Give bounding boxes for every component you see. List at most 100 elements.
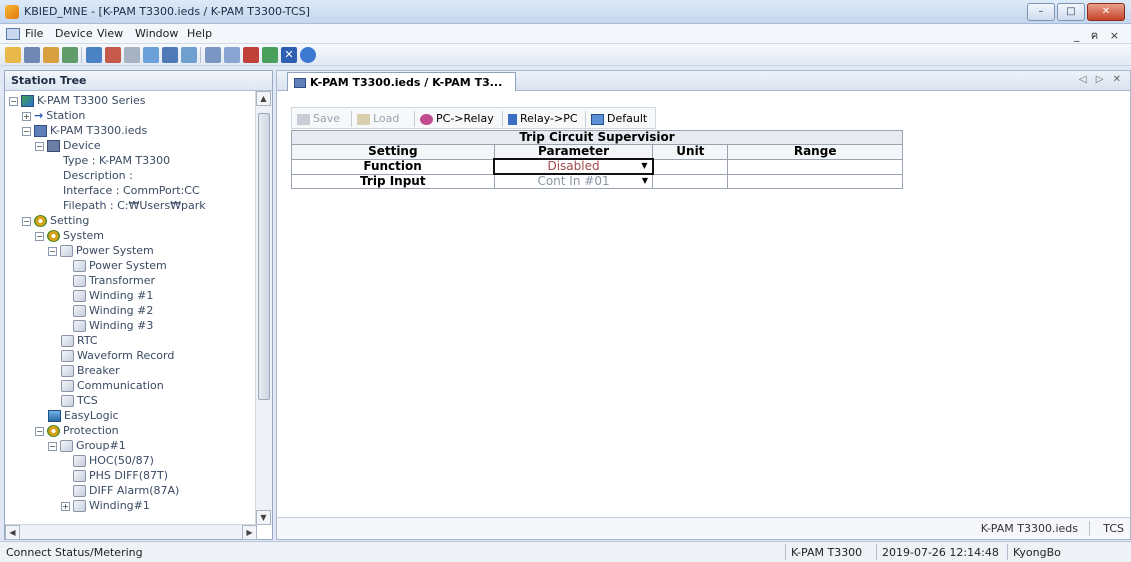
tree-node-winding-1-group[interactable]: + Winding#1 [61,498,150,513]
tab-navigation[interactable]: ◁ ▷ ✕ [1079,74,1124,85]
maximize-button[interactable]: □ [1057,3,1085,21]
menu-device[interactable]: Device [55,27,93,40]
gear-icon [47,230,60,242]
tree-node-series[interactable]: − K-PAM T3300 Series [9,93,146,108]
collapse-icon[interactable]: − [22,216,31,226]
refresh-icon[interactable] [143,47,159,63]
tree-node-station[interactable]: + → Station [22,108,85,123]
tree-node-description[interactable]: Description : [63,168,133,183]
column-header-range: Range [727,144,903,160]
menu-help[interactable]: Help [187,27,212,40]
expand-icon[interactable]: + [61,501,70,511]
tree-node-protection[interactable]: − Protection [35,423,119,438]
tree-node-interface[interactable]: Interface : CommPort:CC [63,183,200,198]
scroll-right-icon[interactable]: ▶ [242,525,257,540]
ied-icon [34,125,47,137]
chevron-down-icon[interactable]: ▼ [639,175,650,187]
default-button[interactable]: Default [588,110,650,127]
tree-node-type[interactable]: Type : K-PAM T3300 [63,153,170,168]
document-icon [73,500,86,512]
save-button[interactable]: Save [294,110,343,127]
expand-icon[interactable]: + [22,111,31,121]
tree-node-winding-3[interactable]: Winding #3 [73,318,153,333]
setting-label-function: Function [291,158,495,175]
document-icon [60,245,73,257]
close-button[interactable]: ✕ [1087,3,1125,21]
tree-node-power-system[interactable]: Power System [73,258,167,273]
document-area: K-PAM T3300.ieds / K-PAM T3... ◁ ▷ ✕ Sav… [276,70,1131,540]
transfer-icon[interactable] [262,47,278,63]
connect-icon[interactable] [43,47,59,63]
tree-node-tcs[interactable]: TCS [61,393,98,408]
tree-node-winding-1[interactable]: Winding #1 [73,288,153,303]
tree-node-ieds[interactable]: − K-PAM T3300.ieds [22,123,147,138]
relay-to-pc-button[interactable]: Relay->PC [505,110,581,127]
tree-node-filepath[interactable]: Filepath : C:₩Users₩park [63,198,206,213]
tree-node-winding-2[interactable]: Winding #2 [73,303,153,318]
ied-icon [294,78,306,88]
status-separator [1007,544,1008,560]
open-icon[interactable] [5,47,21,63]
tree-horizontal-scrollbar[interactable]: ◀ ▶ [5,524,257,540]
tree-node-communication[interactable]: Communication [61,378,164,393]
tab-tcs-document[interactable]: K-PAM T3300.ieds / K-PAM T3... [287,72,516,91]
tree-node-transformer[interactable]: Transformer [73,273,155,288]
tree-node-diff-alarm[interactable]: DIFF Alarm(87A) [73,483,179,498]
unlink-icon[interactable] [243,47,259,63]
menu-file[interactable]: File [25,27,43,40]
scroll-left-icon[interactable]: ◀ [5,525,20,540]
tree-node-waveform-record[interactable]: Waveform Record [61,348,174,363]
trip-input-dropdown[interactable]: Cont In #01 ▼ [493,173,654,189]
chevron-down-icon[interactable]: ▼ [639,160,650,172]
tree-node-phs-diff[interactable]: PHS DIFF(87T) [73,468,168,483]
toolbar-separator [502,111,503,127]
menu-view[interactable]: View [97,27,123,40]
tree-node-group-1[interactable]: − Group#1 [48,438,126,453]
menu-bar: File Device View Window Help _ ฅ × [0,24,1131,44]
settings-icon[interactable] [124,47,140,63]
save-icon[interactable] [24,47,40,63]
collapse-icon[interactable]: − [35,426,44,436]
collapse-icon[interactable]: − [48,246,57,256]
collapse-icon[interactable]: − [48,441,57,451]
scroll-up-icon[interactable]: ▲ [256,91,271,106]
network-icon[interactable] [62,47,78,63]
load-button[interactable]: Load [354,110,402,127]
monitor-icon[interactable] [162,47,178,63]
mdi-controls[interactable]: _ ฅ × [1074,26,1123,44]
document-icon [73,485,86,497]
help-icon[interactable] [300,47,316,63]
save-icon [297,113,310,125]
mdi-window-icon[interactable] [6,28,20,40]
upload-icon[interactable] [86,47,102,63]
pc-to-relay-button[interactable]: PC->Relay [417,110,497,127]
tree-node-setting[interactable]: − Setting [22,213,89,228]
tree-node-rtc[interactable]: RTC [61,333,98,348]
tree-vertical-scrollbar[interactable]: ▲ ▼ [255,91,272,525]
tree-node-breaker[interactable]: Breaker [61,363,120,378]
collapse-icon[interactable]: − [22,126,31,136]
link-icon[interactable] [224,47,240,63]
grid-caption: Trip Circuit Supervisior [291,130,903,145]
tree-node-system[interactable]: − System [35,228,104,243]
tree-node-device[interactable]: − Device [35,138,101,153]
delete-icon[interactable]: ✕ [281,47,297,63]
tree-node-easylogic[interactable]: EasyLogic [48,408,119,423]
grid-row-function: Function Disabled ▼ [291,158,903,175]
collapse-icon[interactable]: − [35,231,44,241]
tree-node-power-system-group[interactable]: − Power System [48,243,154,258]
collapse-icon[interactable]: − [9,96,18,106]
collapse-icon[interactable]: − [35,141,44,151]
easylogic-icon [48,410,61,422]
download-icon[interactable] [105,47,121,63]
table-icon[interactable] [181,47,197,63]
menu-window[interactable]: Window [135,27,178,40]
minimize-button[interactable]: – [1027,3,1055,21]
window-icon[interactable] [205,47,221,63]
tcs-toolbar: Save Load PC->Relay Relay->PC Default [291,107,656,129]
function-dropdown[interactable]: Disabled ▼ [493,158,654,175]
document-icon [61,395,74,407]
scroll-down-icon[interactable]: ▼ [256,510,271,525]
scrollbar-thumb[interactable] [258,113,270,400]
tree-node-hoc[interactable]: HOC(50/87) [73,453,154,468]
